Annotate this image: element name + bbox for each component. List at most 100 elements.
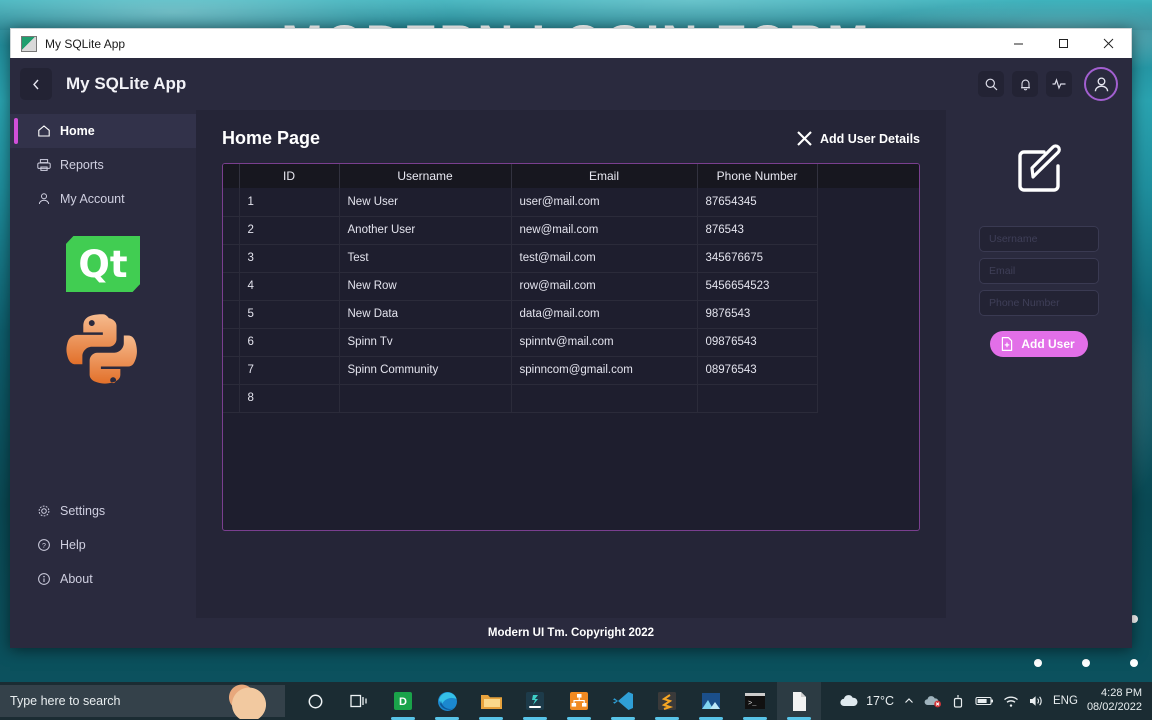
cell-phone[interactable]: 9876543 [697,300,818,329]
cell-email[interactable]: new@mail.com [511,216,698,245]
cell-email[interactable]: spinncom@gmail.com [511,356,698,385]
email-field-wrapper[interactable] [979,258,1099,284]
onedrive-error-icon[interactable] [924,694,942,708]
cell-phone[interactable]: 876543 [697,216,818,245]
clock-widget[interactable]: 4:28 PM 08/02/2022 [1087,687,1142,715]
weather-widget[interactable]: 17°C [839,694,894,708]
cell-email[interactable]: data@mail.com [511,300,698,329]
email-field[interactable] [989,265,1089,277]
cell-username[interactable]: Spinn Tv [339,328,512,357]
terminal-icon[interactable]: >_ [733,682,777,720]
cell-username[interactable]: New Row [339,272,512,301]
cell-phone[interactable]: 5456654523 [697,272,818,301]
column-header-id[interactable]: ID [239,164,340,188]
cell-id[interactable]: 3 [239,244,340,273]
cell-username[interactable]: New User [339,188,512,217]
app-body: My SQLite App Home Reports My Account Qt… [10,58,1132,648]
wifi-icon[interactable] [1003,695,1019,708]
sidebar-item-settings[interactable]: Settings [10,494,196,528]
column-header-email[interactable]: Email [511,164,698,188]
cell-filler [817,384,919,412]
window-titlebar[interactable]: My SQLite App [10,28,1132,58]
sidebar-item-help-label: Help [60,538,86,552]
search-icon[interactable] [978,71,1004,97]
language-indicator[interactable]: ENG [1053,695,1078,707]
app-icon [21,35,37,52]
chevron-up-icon[interactable] [903,695,915,707]
add-user-details-button[interactable]: Add User Details [795,129,920,148]
username-field[interactable] [989,233,1089,245]
cell-phone[interactable]: 09876543 [697,328,818,357]
row-selector-header [223,164,240,188]
close-button[interactable] [1086,29,1131,58]
start-circle-icon[interactable] [293,682,337,720]
table-row[interactable]: 4 New Row row@mail.com 5456654523 [223,272,919,301]
add-user-details-label: Add User Details [819,131,920,146]
cell-username[interactable]: Spinn Community [339,356,512,385]
sublime-icon[interactable] [645,682,689,720]
back-button[interactable] [20,68,52,100]
cell-username[interactable]: Test [339,244,512,273]
cell-email[interactable]: user@mail.com [511,188,698,217]
battery-icon[interactable] [975,695,994,707]
app-header: My SQLite App [10,58,1132,110]
cell-id[interactable]: 5 [239,300,340,329]
cloud-icon [839,694,860,708]
cell-id[interactable]: 6 [239,328,340,357]
user-table-container[interactable]: ID Username Email Phone Number 1 New User… [222,163,920,531]
row-selector-cell [223,188,240,217]
cortana-icon[interactable] [213,683,285,719]
cell-email[interactable]: spinntv@mail.com [511,328,698,357]
table-row[interactable]: 5 New Data data@mail.com 9876543 [223,300,919,329]
document-icon[interactable] [777,682,821,720]
row-selector-cell [223,384,240,413]
cell-id[interactable]: 2 [239,216,340,245]
cell-email[interactable]: test@mail.com [511,244,698,273]
question-circle-icon: ? [36,538,51,553]
sidebar-item-home[interactable]: Home [10,114,196,148]
table-row[interactable]: 8 [223,384,919,413]
task-view-icon[interactable] [337,682,381,720]
table-row[interactable]: 6 Spinn Tv spinntv@mail.com 09876543 [223,328,919,357]
file-explorer-icon[interactable] [469,682,513,720]
column-header-username[interactable]: Username [339,164,512,188]
cell-id[interactable]: 7 [239,356,340,385]
sidebar-item-my-account[interactable]: My Account [10,182,196,216]
username-field-wrapper[interactable] [979,226,1099,252]
cell-phone[interactable]: 87654345 [697,188,818,217]
cell-email[interactable]: row@mail.com [511,272,698,301]
row-selector-cell [223,244,240,273]
table-row[interactable]: 1 New User user@mail.com 87654345 [223,188,919,217]
activity-icon[interactable] [1046,71,1072,97]
cell-username[interactable]: New Data [339,300,512,329]
add-user-button[interactable]: Add User [990,331,1088,357]
phone-field-wrapper[interactable] [979,290,1099,316]
volume-icon[interactable] [1028,694,1044,708]
cell-phone[interactable]: 345676675 [697,244,818,273]
vscode-icon[interactable] [601,682,645,720]
cell-username[interactable]: Another User [339,216,512,245]
table-row[interactable]: 2 Another User new@mail.com 876543 [223,216,919,245]
edge-icon[interactable] [425,682,469,720]
sidebar-item-reports[interactable]: Reports [10,148,196,182]
column-header-phone-number[interactable]: Phone Number [697,164,818,188]
bell-icon[interactable] [1012,71,1038,97]
column-header-filler [817,164,919,188]
photos-icon[interactable] [689,682,733,720]
table-row[interactable]: 7 Spinn Community spinncom@gmail.com 089765… [223,356,919,385]
meet-icon[interactable] [951,694,966,709]
user-avatar[interactable] [1084,67,1118,101]
sidebar-item-about[interactable]: About [10,562,196,596]
cell-id[interactable]: 8 [239,384,340,413]
dbeaver-icon[interactable]: D [381,682,425,720]
cell-phone[interactable]: 08976543 [697,356,818,385]
cell-id[interactable]: 1 [239,188,340,217]
microscope-icon[interactable] [513,682,557,720]
table-row[interactable]: 3 Test test@mail.com 345676675 [223,244,919,273]
cell-id[interactable]: 4 [239,272,340,301]
sidebar-item-help[interactable]: ? Help [10,528,196,562]
phone-field[interactable] [989,297,1089,309]
maximize-button[interactable] [1041,29,1086,58]
minimize-button[interactable] [996,29,1041,58]
orange-network-icon[interactable] [557,682,601,720]
